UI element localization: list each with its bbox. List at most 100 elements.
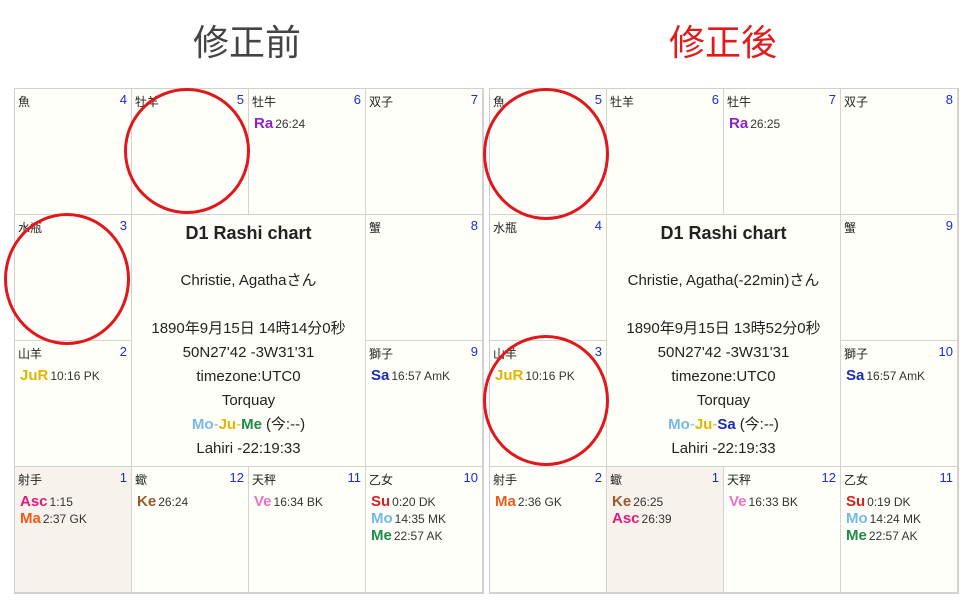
planet-list: Ke 26:24 bbox=[137, 493, 188, 510]
house-number: 11 bbox=[939, 470, 954, 485]
sign-label: 双子 bbox=[369, 95, 394, 109]
house-number: 1 bbox=[119, 470, 127, 485]
planet-abbr: Ma bbox=[20, 510, 41, 527]
aspect-planet: Ju bbox=[218, 416, 237, 433]
planet-entry: Sa 16:57 AmK bbox=[371, 367, 450, 384]
planet-degree: 16:33 BK bbox=[748, 495, 798, 509]
aspect-planet: Ju bbox=[694, 416, 713, 433]
planet-degree: 14:24 MK bbox=[869, 512, 922, 526]
planet-entry: Su 0:20 DK bbox=[371, 493, 446, 510]
planet-entry: Ve 16:34 BK bbox=[254, 493, 323, 510]
aspect-planet: Sa bbox=[717, 416, 736, 433]
heading-before: 修正前 bbox=[192, 23, 301, 64]
chart-title: D1 Rashi chart bbox=[660, 223, 787, 243]
planet-abbr: Me bbox=[371, 527, 392, 544]
house-cell: 双子 8 bbox=[841, 89, 958, 215]
planet-list: Ke 26:25 Asc 26:39 bbox=[612, 493, 672, 527]
birth-coordinates: 50N27'42 -3W31'31 bbox=[657, 344, 790, 361]
house-cell: 射手 2 Ma 2:36 GK bbox=[490, 467, 607, 593]
planet-degree: 16:57 AmK bbox=[866, 369, 926, 383]
planet-abbr: JuR bbox=[20, 367, 49, 384]
highlight-circle bbox=[124, 88, 250, 214]
aspect-suffix: (今:--) bbox=[739, 416, 779, 433]
house-number: 7 bbox=[828, 92, 836, 107]
planet-degree: 26:24 bbox=[158, 495, 189, 509]
house-number: 7 bbox=[470, 92, 478, 107]
planet-degree: 2:37 GK bbox=[42, 512, 87, 526]
aspect-planet: Mo bbox=[668, 416, 690, 433]
sign-label: 獅子 bbox=[844, 347, 869, 361]
house-cell: 牡牛 6 Ra 26:24 bbox=[249, 89, 366, 215]
planet-list: Ma 2:36 GK bbox=[495, 493, 562, 510]
planet-list: Ra 26:24 bbox=[254, 115, 305, 132]
house-cell: 射手 1 Asc 1:15 Ma 2:37 GK bbox=[15, 467, 132, 593]
planet-degree: 14:35 MK bbox=[394, 512, 447, 526]
house-number: 8 bbox=[470, 218, 478, 233]
planet-abbr: Su bbox=[846, 493, 866, 510]
planet-list: Sa 16:57 AmK bbox=[846, 367, 925, 384]
planet-entry: Sa 16:57 AmK bbox=[846, 367, 925, 384]
planet-degree: 0:20 DK bbox=[392, 495, 436, 509]
house-cell: 蟹8 bbox=[366, 215, 483, 341]
house-cell: 蠍 1 Ke 26:25 Asc 26:39 bbox=[607, 467, 724, 593]
planet-abbr: Ve bbox=[254, 493, 272, 510]
house-number: 1 bbox=[711, 470, 719, 485]
planet-abbr: Ra bbox=[729, 115, 749, 132]
planet-abbr: Asc bbox=[20, 493, 48, 510]
planet-abbr: Me bbox=[846, 527, 867, 544]
house-number: 12 bbox=[821, 470, 836, 485]
planet-degree: 26:25 bbox=[750, 117, 781, 131]
house-cell: 獅子 10 Sa 16:57 AmK bbox=[841, 341, 958, 467]
house-number: 6 bbox=[711, 92, 719, 107]
house-number: 9 bbox=[470, 344, 478, 359]
planet-list: Ra 26:25 bbox=[729, 115, 780, 132]
ayanamsa: Lahiri -22:19:33 bbox=[671, 440, 776, 457]
house-number: 10 bbox=[463, 470, 478, 485]
chart-title: D1 Rashi chart bbox=[185, 223, 312, 243]
planet-degree: 16:34 BK bbox=[273, 495, 323, 509]
house-cell: 乙女 11 Su 0:19 DK Mo 14:24 MK Me 22:57 AK bbox=[841, 467, 958, 593]
planet-degree: 1:15 bbox=[49, 495, 73, 509]
planet-entry: Me 22:57 AK bbox=[371, 527, 446, 544]
aspect-planet: Mo bbox=[191, 416, 214, 433]
house-number: 12 bbox=[229, 470, 244, 485]
sign-label: 蠍 bbox=[610, 473, 623, 487]
aspect-line: Mo-Ju-Me (今:--) bbox=[132, 413, 365, 437]
aspect-line: Mo-Ju-Sa (今:--) bbox=[607, 413, 840, 437]
planet-entry: Ve 16:33 BK bbox=[729, 493, 798, 510]
planet-list: Ve 16:34 BK bbox=[254, 493, 323, 510]
planet-entry: Ke 26:24 bbox=[137, 493, 188, 510]
house-cell: 乙女 10 Su 0:20 DK Mo 14:35 MK Me 22:57 AK bbox=[366, 467, 483, 593]
house-number: 6 bbox=[353, 92, 361, 107]
house-number: 3 bbox=[119, 218, 127, 233]
planet-degree: 22:57 AK bbox=[393, 529, 443, 543]
house-cell: 水瓶 4 bbox=[490, 215, 607, 341]
planet-entry: Asc 1:15 bbox=[20, 493, 87, 510]
sign-label: 山羊 bbox=[18, 347, 43, 361]
sign-label: 水瓶 bbox=[493, 221, 518, 235]
native-name: Christie, Agatha(-22min)さん bbox=[627, 272, 820, 289]
house-number: 4 bbox=[594, 218, 602, 233]
planet-abbr: Ra bbox=[254, 115, 274, 132]
aspect-planet: Me bbox=[241, 416, 262, 433]
house-number: 2 bbox=[594, 470, 602, 485]
chart-center-info: D1 Rashi chart Christie, Agathaさん 1890年9月1… bbox=[132, 215, 366, 467]
house-cell: 山羊 2 JuR 10:16 PK bbox=[15, 341, 132, 467]
sign-label: 蟹 bbox=[844, 221, 857, 235]
sign-label: 射手 bbox=[493, 473, 518, 487]
house-number: 8 bbox=[945, 92, 953, 107]
planet-list: Asc 1:15 Ma 2:37 GK bbox=[20, 493, 87, 527]
highlight-circle bbox=[483, 335, 609, 466]
planet-entry: Ma 2:36 GK bbox=[495, 493, 562, 510]
house-number: 11 bbox=[347, 470, 362, 485]
house-cell: 天秤 12 Ve 16:33 BK bbox=[724, 467, 841, 593]
house-cell: 牡牛 7 Ra 26:25 bbox=[724, 89, 841, 215]
house-cell: 牡羊 6 bbox=[607, 89, 724, 215]
planet-abbr: Sa bbox=[371, 367, 390, 384]
timezone: timezone:UTC0 bbox=[671, 368, 776, 385]
planet-abbr: Sa bbox=[846, 367, 865, 384]
house-cell: 魚4 bbox=[15, 89, 132, 215]
planet-entry: Ma 2:37 GK bbox=[20, 510, 87, 527]
